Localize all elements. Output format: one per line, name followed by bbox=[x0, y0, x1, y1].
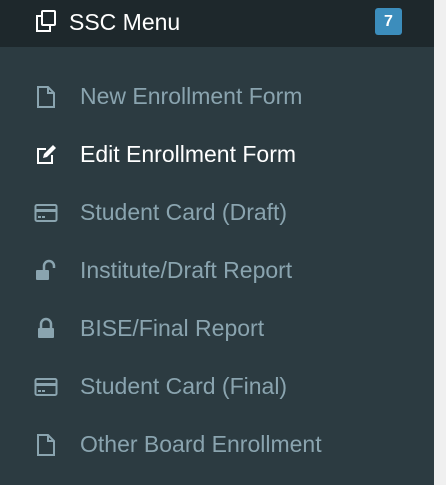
menu-item-student-card-draft[interactable]: Student Card (Draft) bbox=[0, 183, 434, 241]
credit-card-icon bbox=[34, 201, 58, 225]
edit-icon bbox=[34, 143, 58, 167]
menu-item-label: Edit Enrollment Form bbox=[80, 141, 297, 167]
menu-item-label: Student Card (Draft) bbox=[80, 199, 288, 225]
menu-item-institute-draft-report[interactable]: Institute/Draft Report bbox=[0, 241, 434, 299]
menu-header-title: SSC Menu bbox=[69, 9, 181, 35]
page-edge bbox=[434, 0, 446, 485]
sidebar-menu: SSC Menu 7 New Enrollment Form Edit Enro… bbox=[0, 0, 446, 485]
lock-icon bbox=[34, 317, 58, 341]
menu-item-edit-enrollment-form[interactable]: Edit Enrollment Form bbox=[0, 125, 434, 183]
file-icon bbox=[34, 85, 58, 109]
menu-item-other-board-enrollment[interactable]: Other Board Enrollment bbox=[0, 415, 434, 473]
menu-item-label: Student Card (Final) bbox=[80, 373, 288, 399]
count-badge: 7 bbox=[375, 8, 402, 35]
menu-item-bise-final-report[interactable]: BISE/Final Report bbox=[0, 299, 434, 357]
menu-item-label: New Enrollment Form bbox=[80, 83, 303, 109]
menu-item-label: Institute/Draft Report bbox=[80, 257, 293, 283]
menu-item-new-enrollment-form[interactable]: New Enrollment Form bbox=[0, 67, 434, 125]
menu-item-student-card-final[interactable]: Student Card (Final) bbox=[0, 357, 434, 415]
file-icon bbox=[34, 433, 58, 457]
menu-item-label: BISE/Final Report bbox=[80, 315, 265, 341]
menu-header[interactable]: SSC Menu 7 bbox=[0, 0, 437, 47]
credit-card-icon bbox=[34, 375, 58, 399]
copy-icon bbox=[35, 10, 57, 32]
unlock-icon bbox=[34, 259, 58, 283]
menu-item-label: Other Board Enrollment bbox=[80, 431, 322, 457]
